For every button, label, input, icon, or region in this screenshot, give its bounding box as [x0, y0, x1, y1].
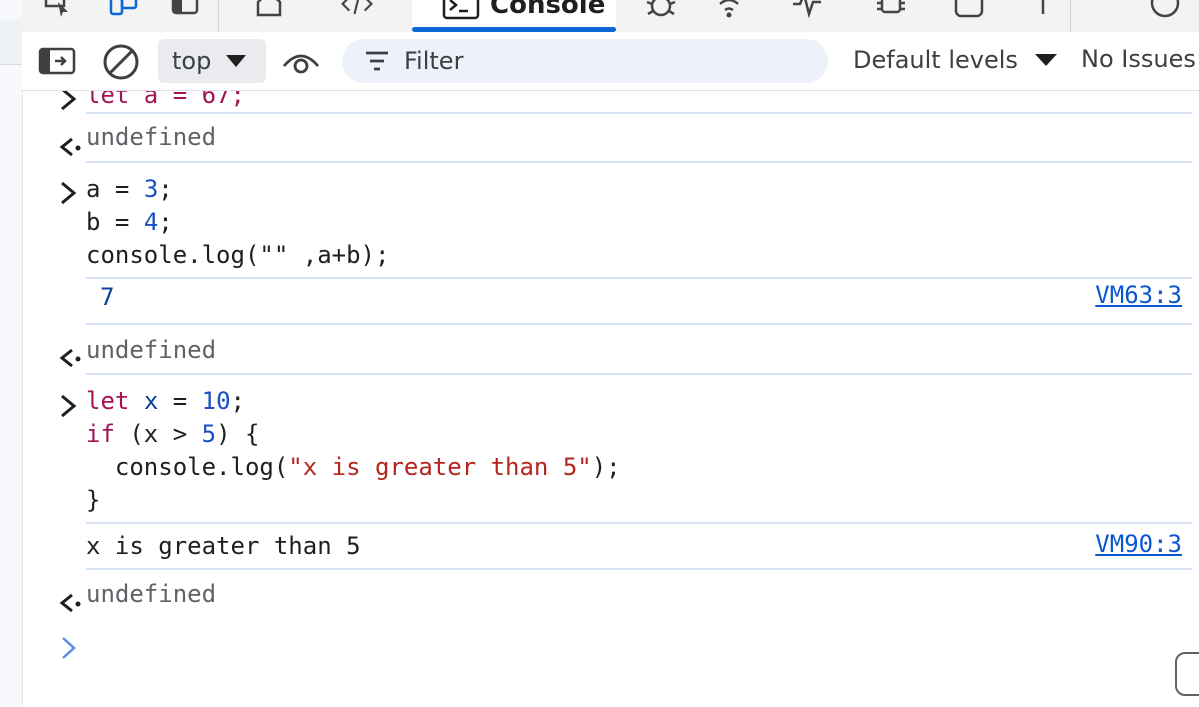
log-value: x is greater than 5 — [86, 532, 361, 560]
console-result-entry: undefined — [86, 334, 1192, 375]
code-line: a = 3; — [86, 173, 1192, 206]
console-prompt-icon[interactable] — [58, 636, 80, 660]
console-input-entry: let a = 67; — [86, 91, 1192, 114]
console-input-entry: let x = 10; if (x > 5) { console.log("x … — [86, 385, 1192, 524]
variable-name: x — [143, 387, 159, 415]
clear-console-icon[interactable] — [102, 43, 140, 81]
input-prompt-chevron-icon — [61, 91, 77, 111]
performance-icon[interactable] — [790, 0, 824, 20]
number-literal: 3 — [143, 175, 159, 203]
console-log-entry: x is greater than 5 VM90:3 — [86, 530, 1192, 570]
elements-code-icon[interactable] — [340, 0, 374, 20]
keyword: let — [86, 387, 130, 415]
code-line: let x = 10; — [86, 385, 1192, 418]
result-value: undefined — [86, 336, 217, 364]
code-line: } — [86, 486, 101, 514]
number-literal: 4 — [143, 208, 159, 236]
console-result-entry: undefined — [86, 578, 1192, 616]
number-literal: 10 — [201, 387, 231, 415]
code-line: if (x > 5) { — [86, 418, 1192, 451]
caret-down-icon — [1034, 54, 1057, 66]
show-sidebar-icon[interactable] — [38, 44, 76, 78]
floating-assistant-icon[interactable] — [1175, 652, 1199, 696]
filter-input[interactable]: Filter — [342, 39, 828, 83]
console-result-entry: undefined — [86, 121, 1192, 163]
string-literal: "x is greater than 5" — [288, 453, 592, 481]
console-prompt-input[interactable] — [86, 628, 1192, 668]
return-value-chevron-icon — [59, 137, 81, 157]
result-value: undefined — [86, 580, 217, 608]
welcome-home-icon[interactable] — [252, 0, 286, 20]
punctuation: ; — [158, 175, 173, 203]
left-panel-marker — [0, 20, 22, 65]
log-levels-dropdown[interactable]: Default levels — [853, 46, 1058, 74]
source-link[interactable]: VM90:3 — [1095, 530, 1182, 558]
code-line: console.log("x is greater than 5"); — [86, 451, 1192, 484]
filter-icon — [366, 51, 388, 71]
left-panel-strip — [0, 0, 23, 707]
log-levels-label: Default levels — [853, 46, 1018, 74]
tab-separator — [1070, 0, 1071, 32]
punctuation: ); — [591, 453, 621, 481]
code-line: let a = 67; — [86, 91, 245, 109]
console-input-entry: a = 3; b = 4; console.log("" ,a+b); — [86, 173, 1192, 279]
return-value-chevron-icon — [59, 593, 81, 613]
input-prompt-chevron-icon — [61, 394, 77, 418]
condition: (x > — [114, 420, 202, 448]
punctuation: ; — [230, 387, 245, 415]
memory-chip-icon[interactable] — [874, 0, 908, 20]
number-literal: 5 — [201, 420, 217, 448]
inspect-element-icon[interactable] — [40, 0, 74, 20]
input-prompt-chevron-icon — [61, 181, 77, 205]
devtools-tab-bar: Console — [22, 0, 1199, 33]
live-expression-eye-icon[interactable] — [280, 44, 322, 80]
code-line: b = 4; — [86, 206, 1192, 239]
context-selector[interactable]: top — [158, 39, 266, 83]
source-link[interactable]: VM63:3 — [1095, 281, 1182, 309]
console-output: let a = 67; undefined a = 3; b = 4; cons… — [22, 91, 1199, 707]
console-prompt-icon — [442, 0, 480, 20]
issues-counter[interactable]: No Issues — [1081, 45, 1196, 73]
device-toolbar-icon[interactable] — [106, 0, 140, 20]
more-tools-icon[interactable] — [1026, 0, 1060, 20]
tab-console-label: Console — [490, 0, 606, 20]
operator: = — [158, 387, 202, 415]
console-log-entry: 7 VM63:3 — [86, 281, 1192, 325]
console-toolbar: top Filter Default levels No Issues — [22, 32, 1199, 91]
toggle-drawer-icon[interactable] — [168, 0, 202, 20]
operator: = — [100, 175, 144, 203]
caret-down-icon — [226, 55, 247, 67]
punctuation: ; — [158, 208, 173, 236]
function-call: console.log( — [86, 453, 289, 481]
tab-console[interactable]: Console — [412, 0, 616, 32]
result-value: undefined — [86, 123, 217, 151]
context-selector-value: top — [172, 47, 212, 75]
operator: = — [100, 208, 144, 236]
keyword: if — [86, 420, 115, 448]
issues-bug-icon[interactable] — [644, 0, 678, 20]
log-value: 7 — [100, 283, 115, 311]
return-value-chevron-icon — [59, 348, 81, 368]
code-line: console.log("" ,a+b); — [86, 241, 390, 269]
punctuation: ) { — [216, 420, 260, 448]
variable-name: a — [86, 175, 101, 203]
network-wifi-icon[interactable] — [712, 0, 746, 20]
tab-separator — [218, 0, 219, 32]
variable-name: b — [86, 208, 101, 236]
application-icon[interactable] — [952, 0, 986, 20]
help-icon[interactable] — [1148, 0, 1182, 20]
filter-placeholder: Filter — [404, 47, 464, 75]
